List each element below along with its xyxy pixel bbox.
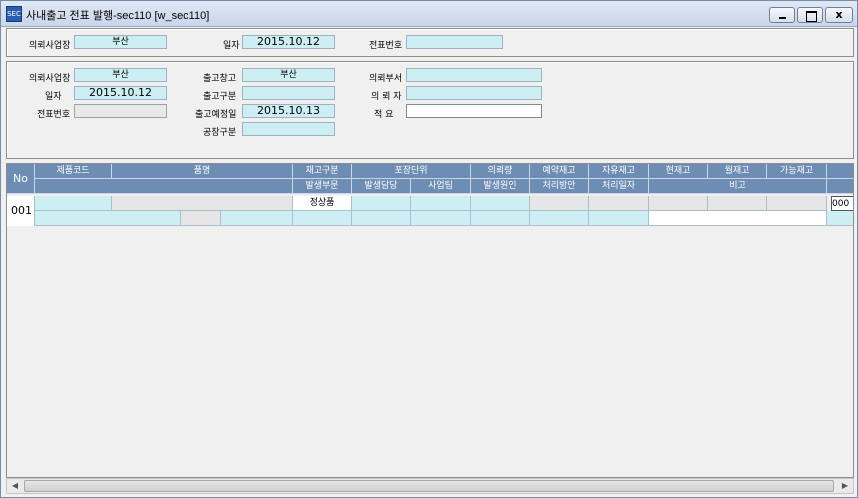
planned-date-label: 출고예정일 [195, 110, 237, 120]
header-occur-dept: 발생부문 [293, 179, 352, 194]
cell-handling-plan[interactable] [530, 211, 589, 226]
cell-stock-type[interactable]: 정상품 [293, 196, 352, 211]
factory-type-label: 공장구분 [203, 128, 237, 138]
search-panel: 의뢰사업장 부산 일자 2015.10.12 전표번호 [6, 28, 854, 57]
cell-reserved-stock [530, 196, 589, 211]
cell-overflow[interactable]: 000 [831, 196, 853, 211]
detail-slip-no-label: 전표번호 [37, 110, 71, 120]
cell-monthly-stock [708, 196, 767, 211]
cell-pack-unit-b[interactable] [411, 196, 471, 211]
cell-extra[interactable] [827, 211, 853, 226]
slip-no-field[interactable] [406, 35, 503, 49]
out-type-field[interactable] [242, 86, 335, 100]
header-extra-2 [827, 179, 853, 194]
header-business-team: 사업팀 [411, 179, 471, 194]
detail-req-site-field[interactable]: 부산 [74, 68, 167, 82]
header-no: No [7, 164, 35, 194]
cell-row2-c[interactable] [221, 211, 293, 226]
header-free-stock: 자유재고 [589, 164, 649, 179]
req-site-label: 의뢰사업장 [29, 41, 71, 51]
cell-occur-dept[interactable] [293, 211, 352, 226]
header-note: 비고 [649, 179, 827, 194]
header-available-stock: 가능재고 [767, 164, 827, 179]
header-occur-cause: 발생원인 [471, 179, 530, 194]
requester-field[interactable] [406, 86, 542, 100]
req-dept-label: 의뢰부서 [369, 74, 403, 84]
title-bar[interactable]: SEC 사내출고 전표 발행-sec110 [w_sec110] x [1, 1, 857, 27]
cell-product-name[interactable] [112, 196, 293, 211]
cell-row2-b[interactable] [181, 211, 221, 226]
detail-grid[interactable]: No 제품코드 품명 재고구분 포장단위 의뢰량 예약재고 자유재고 현재고 월… [6, 163, 854, 478]
cell-request-qty[interactable] [471, 196, 530, 211]
minimize-button[interactable] [769, 7, 795, 23]
header-reserved-stock: 예약재고 [530, 164, 589, 179]
date-field[interactable]: 2015.10.12 [242, 35, 335, 49]
maximize-icon [798, 8, 822, 22]
out-wh-field[interactable]: 부산 [242, 68, 335, 82]
detail-slip-no-field[interactable] [74, 104, 167, 118]
maximize-button[interactable] [797, 7, 823, 23]
remark-field[interactable] [406, 104, 542, 118]
cell-handling-date[interactable] [589, 211, 649, 226]
detail-panel: 의뢰사업장 부산 일자 2015.10.12 전표번호 출고창고 부산 출고구분… [6, 61, 854, 159]
header-product-code: 제품코드 [35, 164, 112, 179]
detail-date-field[interactable]: 2015.10.12 [74, 86, 167, 100]
out-type-label: 출고구분 [203, 92, 237, 102]
minimize-icon [770, 8, 794, 22]
header-extra [827, 164, 853, 179]
date-label: 일자 [223, 41, 240, 51]
header-current-stock: 현재고 [649, 164, 708, 179]
factory-type-field[interactable] [242, 122, 335, 136]
scroll-thumb[interactable] [24, 480, 834, 492]
cell-free-stock [589, 196, 649, 211]
slip-no-label: 전표번호 [369, 41, 403, 51]
cell-current-stock [649, 196, 708, 211]
scroll-left-icon[interactable]: ◀ [7, 479, 23, 493]
remark-label: 적 요 [374, 110, 394, 120]
app-icon: SEC [6, 6, 22, 22]
out-wh-label: 출고창고 [203, 74, 237, 84]
cell-row2-a[interactable] [35, 211, 181, 226]
requester-label: 의 뢰 자 [371, 92, 402, 102]
detail-req-site-label: 의뢰사업장 [29, 74, 71, 84]
header-product-name: 품명 [112, 164, 293, 179]
main-window: SEC 사내출고 전표 발행-sec110 [w_sec110] x 의뢰사업장… [0, 0, 858, 498]
req-dept-field[interactable] [406, 68, 542, 82]
cell-occur-cause[interactable] [471, 211, 530, 226]
header-monthly-stock: 월재고 [708, 164, 767, 179]
planned-date-field[interactable]: 2015.10.13 [242, 104, 335, 118]
horizontal-scrollbar[interactable]: ◀ ▶ [6, 478, 854, 494]
header-request-qty: 의뢰량 [471, 164, 530, 179]
scroll-right-icon[interactable]: ▶ [837, 479, 853, 493]
cell-pack-unit-a[interactable] [352, 196, 411, 211]
header-pack-unit: 포장단위 [352, 164, 471, 179]
close-icon: x [835, 8, 843, 21]
header-handling-date: 처리일자 [589, 179, 649, 194]
header-occur-person: 발생담당 [352, 179, 411, 194]
detail-date-label: 일자 [45, 92, 62, 102]
close-button[interactable]: x [825, 7, 853, 23]
row-number: 001 [7, 196, 35, 226]
cell-occur-person[interactable] [352, 211, 411, 226]
header-handling-plan: 처리방안 [530, 179, 589, 194]
cell-available-stock [767, 196, 827, 211]
cell-business-team[interactable] [411, 211, 471, 226]
header-stock-type: 재고구분 [293, 164, 352, 179]
req-site-field[interactable]: 부산 [74, 35, 167, 49]
cell-note[interactable] [649, 211, 827, 226]
window-title: 사내출고 전표 발행-sec110 [w_sec110] [26, 10, 210, 22]
cell-product-code[interactable] [35, 196, 112, 211]
header-row2-blank [35, 179, 293, 194]
